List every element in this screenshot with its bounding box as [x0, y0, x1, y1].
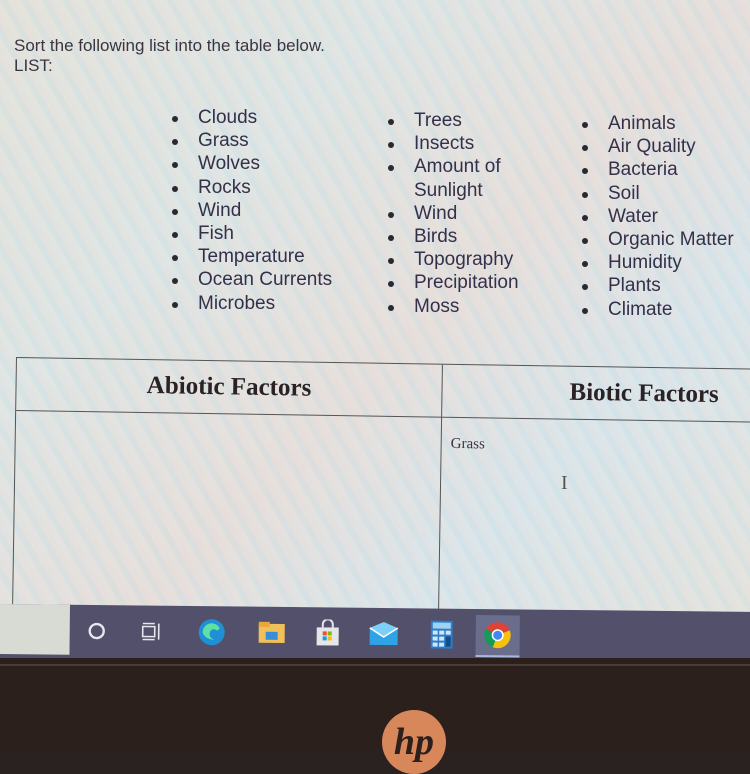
- taskbar-search-area: [0, 604, 70, 655]
- list-item: Grass: [168, 129, 332, 152]
- list-item: Water: [578, 205, 734, 228]
- biotic-cell[interactable]: Grass: [440, 418, 750, 612]
- hp-logo: hp: [382, 710, 446, 774]
- list-item: Precipitation: [384, 271, 519, 294]
- list-item: Amount of: [384, 155, 519, 178]
- list-item: Trees: [384, 109, 519, 132]
- list-item: Animals: [578, 112, 734, 135]
- list-item: Wind: [168, 199, 332, 222]
- bezel-edge: [0, 664, 750, 666]
- header-biotic-factors: Biotic Factors: [441, 365, 750, 422]
- list-item: Clouds: [168, 106, 332, 129]
- list-column-3: Animals Air Quality Bacteria Soil Water …: [578, 112, 734, 321]
- list-column-2: Trees Insects Amount of Sunlight Wind Bi…: [384, 109, 519, 318]
- table-grid: Abiotic Factors Biotic Factors Grass: [12, 357, 750, 612]
- list-item: Organic Matter: [578, 228, 734, 251]
- instructions-text: Sort the following list into the table b…: [14, 36, 325, 56]
- list-item: Birds: [384, 225, 519, 248]
- list-item: Plants: [578, 274, 734, 297]
- list-item-continuation: Sunlight: [384, 179, 519, 202]
- list-item: Soil: [578, 182, 734, 205]
- list-column-1: Clouds Grass Wolves Rocks Wind Fish Temp…: [168, 106, 332, 315]
- instructions: Sort the following list into the table b…: [14, 36, 325, 76]
- text-cursor-icon: I: [561, 472, 568, 495]
- microsoft-store-icon[interactable]: [306, 613, 350, 653]
- list-item: Temperature: [168, 245, 332, 268]
- header-abiotic-factors: Abiotic Factors: [16, 358, 442, 417]
- taskbar: [0, 604, 750, 666]
- list-item: Wolves: [168, 152, 332, 175]
- cortana-icon[interactable]: [75, 611, 119, 651]
- screen: Sort the following list into the table b…: [0, 0, 750, 612]
- calculator-icon[interactable]: [419, 614, 463, 654]
- list-label: LIST:: [14, 56, 325, 76]
- list-item: Moss: [384, 295, 519, 318]
- file-explorer-icon[interactable]: [250, 613, 294, 653]
- list-item: Fish: [168, 222, 332, 245]
- list-item: Rocks: [168, 176, 332, 199]
- abiotic-cell[interactable]: [13, 411, 441, 612]
- list-item: Topography: [384, 248, 519, 271]
- laptop-bezel: [0, 658, 750, 750]
- list-item: Ocean Currents: [168, 268, 332, 291]
- list-item: Climate: [578, 298, 734, 321]
- list-item: Bacteria: [578, 158, 734, 181]
- list-item: Humidity: [578, 251, 734, 274]
- edge-icon[interactable]: [190, 612, 234, 652]
- list-item: Wind: [384, 202, 519, 225]
- list-item: Microbes: [168, 292, 332, 315]
- list-item: Air Quality: [578, 135, 734, 158]
- sorting-table: Abiotic Factors Biotic Factors Grass: [12, 357, 750, 612]
- mail-icon[interactable]: [361, 614, 405, 654]
- list-item: Insects: [384, 132, 519, 155]
- chrome-icon[interactable]: [475, 615, 519, 657]
- task-view-icon[interactable]: [130, 611, 174, 651]
